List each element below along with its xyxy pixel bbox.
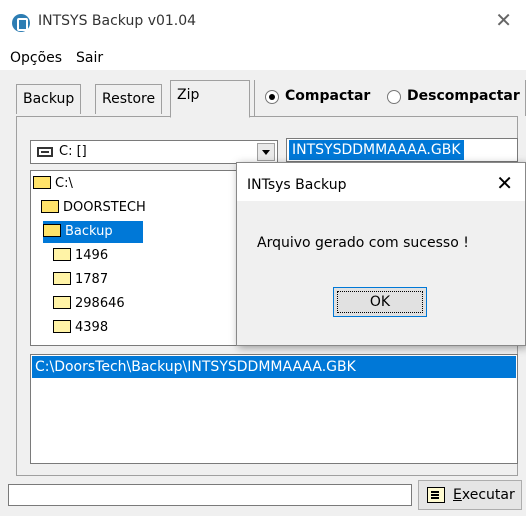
tab-backup[interactable]: Backup [16,84,82,114]
tab-restore[interactable]: Restore [95,84,163,114]
dir-item-selected[interactable]: Backup [43,221,143,243]
dir-item-label: Backup [65,224,113,239]
menu-opcoes[interactable]: Opções [10,50,62,66]
chevron-down-icon[interactable] [257,143,275,161]
folder-icon [53,320,71,333]
tabs-row: Backup Restore Zip Compactar Descompacta… [0,80,526,118]
folder-icon [53,296,71,309]
dialog-message: Arquivo gerado com sucesso ! [257,235,469,251]
execute-button[interactable]: Executar [418,480,522,510]
dir-item[interactable]: 1496 [53,245,108,267]
dialog-close-icon[interactable]: ✕ [496,173,513,193]
dialog-title: INTsys Backup [247,177,347,193]
dir-item-label: C:\ [55,176,73,191]
folder-icon [53,248,71,261]
dialog-ok-button[interactable]: OK [333,287,427,317]
dir-item[interactable]: 298646 [53,293,125,315]
folder-open-icon [33,176,51,189]
folder-open-icon [43,224,61,237]
file-name-field[interactable]: INTSYSDDMMAAAA.GBK [286,138,518,162]
execute-button-label: Executar [453,487,515,503]
dir-item[interactable]: C:\ [33,173,73,195]
drive-select[interactable]: C: [] [30,140,278,164]
drive-value: C: [] [59,144,87,159]
radio-compactar[interactable] [265,90,279,104]
menu-sair[interactable]: Sair [76,50,103,66]
folder-open-icon [41,200,59,213]
radio-descompactar[interactable] [387,90,401,104]
window-title: INTSYS Backup v01.04 [38,13,197,29]
tab-zip[interactable]: Zip [170,80,250,118]
mode-radio-group: Compactar Descompactar [254,80,526,116]
progress-bar [8,484,412,506]
radio-compactar-label[interactable]: Compactar [285,88,370,104]
drive-icon [37,147,53,157]
folder-icon [53,272,71,285]
dir-item-label: 1787 [75,272,109,287]
close-icon[interactable]: ✕ [495,10,512,30]
dir-item-label: 298646 [75,296,125,311]
title-bar: INTSYS Backup v01.04 ✕ [0,0,526,44]
message-dialog: INTsys Backup ✕ Arquivo gerado com suces… [236,162,526,346]
dialog-title-bar: INTsys Backup ✕ [237,163,525,201]
dir-item[interactable]: 1787 [53,269,108,291]
dir-item[interactable]: 4398 [53,317,108,339]
app-icon [12,14,30,32]
menu-bar: Opções Sair [0,44,526,70]
dir-item-label: DOORSTECH [63,200,146,215]
radio-descompactar-label[interactable]: Descompactar [407,88,520,104]
dir-item-label: 4398 [75,320,109,335]
file-name-value: INTSYSDDMMAAAA.GBK [289,140,464,160]
dir-item-label: 1496 [75,248,109,263]
dir-item[interactable]: DOORSTECH [41,197,146,219]
output-path-item[interactable]: C:\DoorsTech\Backup\INTSYSDDMMAAAA.GBK [32,356,516,378]
execute-icon [427,487,445,503]
output-path-list[interactable]: C:\DoorsTech\Backup\INTSYSDDMMAAAA.GBK [30,354,518,464]
